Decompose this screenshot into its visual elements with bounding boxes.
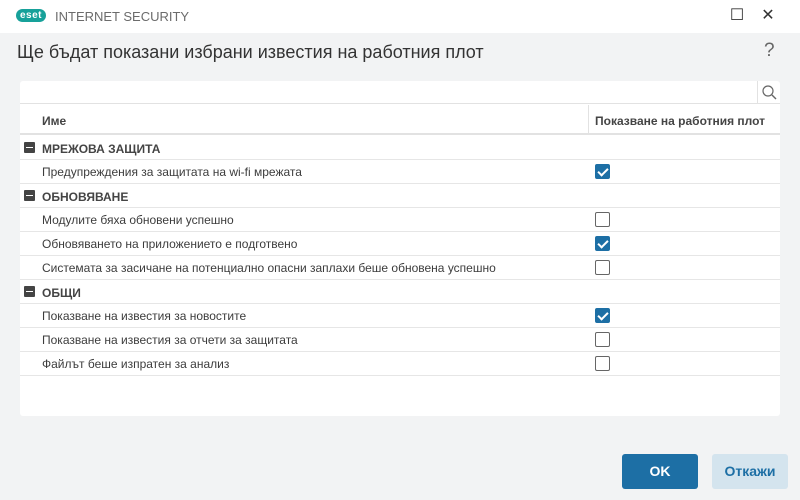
table-row: Показване на известия за отчети за защит… xyxy=(20,328,780,352)
group-row[interactable]: МРЕЖОВА ЗАЩИТА xyxy=(20,136,780,160)
table-row: Предупреждения за защитата на wi-fi мреж… xyxy=(20,160,780,184)
notification-label: Показване на известия за новостите xyxy=(42,309,247,323)
table-row: Файлът беше изпратен за анализ xyxy=(20,352,780,376)
show-desktop-checkbox[interactable] xyxy=(595,260,610,275)
close-icon: ✕ xyxy=(761,7,775,24)
notification-label: Модулите бяха обновени успешно xyxy=(42,213,234,227)
notification-label: Предупреждения за защитата на wi-fi мреж… xyxy=(42,165,302,179)
notifications-panel: Име Показване на работния плот МРЕЖОВА З… xyxy=(20,81,780,416)
group-row[interactable]: ОБЩИ xyxy=(20,280,780,304)
group-label: ОБНОВЯВАНЕ xyxy=(42,190,129,204)
help-icon[interactable]: ? xyxy=(764,40,775,62)
eset-logo: eset xyxy=(16,9,47,22)
group-row[interactable]: ОБНОВЯВАНЕ xyxy=(20,184,780,208)
search-icon[interactable] xyxy=(757,81,780,104)
show-desktop-checkbox[interactable] xyxy=(595,308,610,323)
show-desktop-checkbox[interactable] xyxy=(595,164,610,179)
title-bar: eset INTERNET SECURITY ☐ ✕ xyxy=(0,0,800,33)
table-header: Име Показване на работния плот xyxy=(20,105,780,135)
maximize-button[interactable]: ☐ xyxy=(722,5,752,27)
column-show-desktop[interactable]: Показване на работния плот xyxy=(588,105,780,135)
collapse-icon[interactable] xyxy=(24,286,35,297)
show-desktop-checkbox[interactable] xyxy=(595,332,610,347)
group-label: ОБЩИ xyxy=(42,286,81,300)
collapse-icon[interactable] xyxy=(24,142,35,153)
close-button[interactable]: ✕ xyxy=(753,5,783,27)
notification-label: Обновяването на приложението е подготвен… xyxy=(42,237,298,251)
notification-label: Показване на известия за отчети за защит… xyxy=(42,333,298,347)
table-row: Модулите бяха обновени успешно xyxy=(20,208,780,232)
notification-label: Системата за засичане на потенциално опа… xyxy=(42,261,496,275)
dialog-title: Ще бъдат показани избрани известия на ра… xyxy=(17,42,484,62)
maximize-icon: ☐ xyxy=(729,7,745,24)
show-desktop-checkbox[interactable] xyxy=(595,212,610,227)
notification-label: Файлът беше изпратен за анализ xyxy=(42,357,230,371)
collapse-icon[interactable] xyxy=(24,190,35,201)
table-row: Обновяването на приложението е подготвен… xyxy=(20,232,780,256)
column-name[interactable]: Име xyxy=(42,114,66,128)
ok-button[interactable]: OK xyxy=(622,454,698,489)
show-desktop-checkbox[interactable] xyxy=(595,236,610,251)
show-desktop-checkbox[interactable] xyxy=(595,356,610,371)
table-row: Системата за засичане на потенциално опа… xyxy=(20,256,780,280)
table-row: Показване на известия за новостите xyxy=(20,304,780,328)
app-name: INTERNET SECURITY xyxy=(55,9,190,24)
cancel-button[interactable]: Откажи xyxy=(712,454,788,489)
search-input[interactable] xyxy=(20,81,780,104)
group-label: МРЕЖОВА ЗАЩИТА xyxy=(42,142,161,156)
